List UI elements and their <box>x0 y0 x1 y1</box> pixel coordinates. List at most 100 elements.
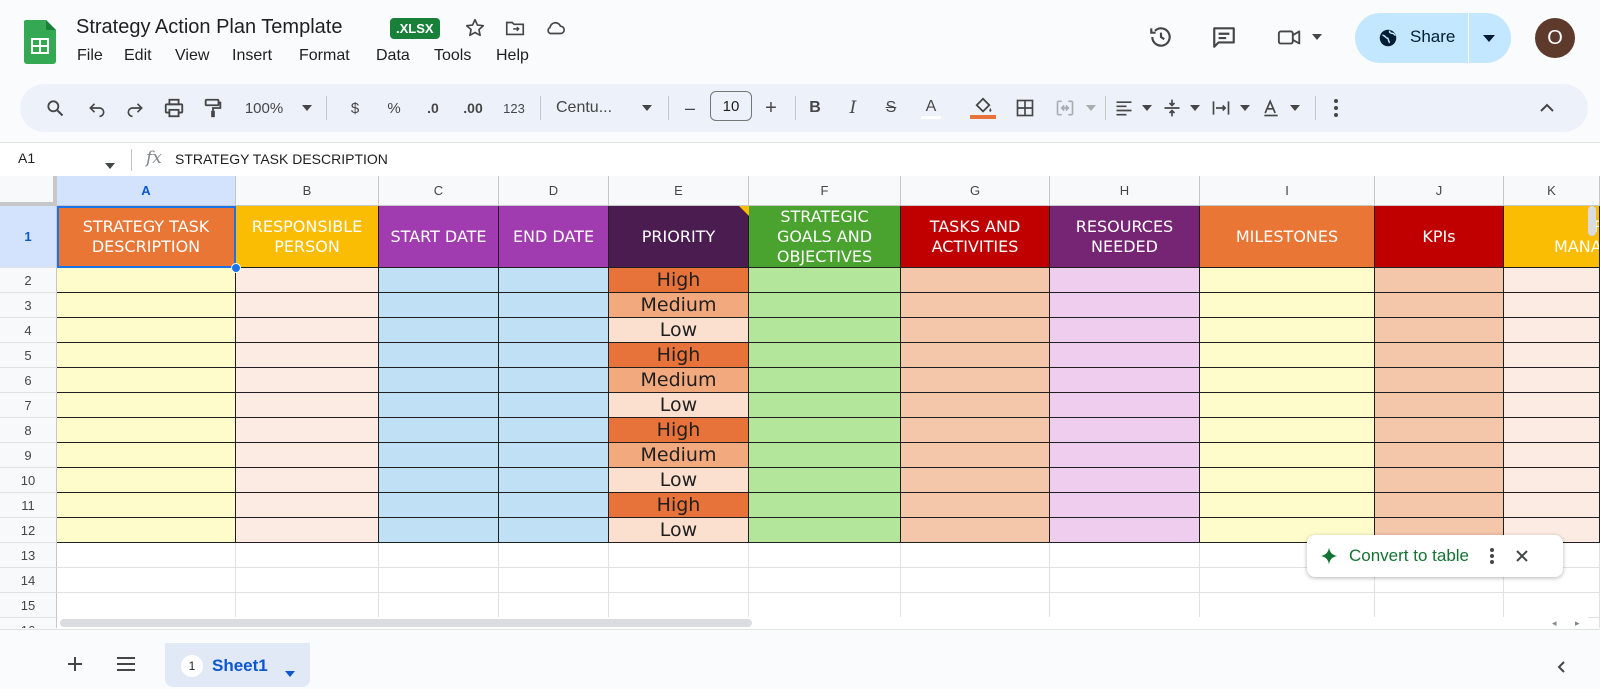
empty-cell[interactable] <box>236 568 379 593</box>
empty-cell[interactable] <box>1200 593 1375 618</box>
redo-icon[interactable] <box>120 92 150 124</box>
data-cell[interactable] <box>57 518 236 543</box>
menu-data[interactable]: Data <box>376 47 410 65</box>
header-cell-b[interactable]: RESPONSIBLE PERSON <box>236 206 379 268</box>
data-cell[interactable] <box>1504 468 1600 493</box>
data-cell[interactable] <box>379 468 499 493</box>
row-header-12[interactable]: 12 <box>0 518 57 543</box>
header-cell-j[interactable]: KPIs <box>1375 206 1504 268</box>
data-cell[interactable] <box>57 493 236 518</box>
number-format-button[interactable]: 123 <box>496 92 532 124</box>
data-cell[interactable] <box>1375 268 1504 293</box>
data-cell[interactable] <box>236 518 379 543</box>
priority-cell[interactable]: Medium <box>609 293 749 318</box>
data-cell[interactable] <box>749 318 901 343</box>
row-header-4[interactable]: 4 <box>0 318 57 343</box>
share-dropdown-icon[interactable] <box>1476 25 1502 51</box>
column-header-h[interactable]: H <box>1050 176 1200 206</box>
row-header-14[interactable]: 14 <box>0 568 57 593</box>
data-cell[interactable] <box>1504 343 1600 368</box>
scroll-left-icon[interactable]: ◂ <box>1552 618 1557 629</box>
data-cell[interactable] <box>1504 368 1600 393</box>
empty-cell[interactable] <box>236 543 379 568</box>
data-cell[interactable] <box>1504 493 1600 518</box>
data-cell[interactable] <box>1200 293 1375 318</box>
menu-view[interactable]: View <box>175 47 209 65</box>
data-cell[interactable] <box>1200 368 1375 393</box>
data-cell[interactable] <box>236 318 379 343</box>
column-header-f[interactable]: F <box>749 176 901 206</box>
name-box[interactable]: A1 <box>18 150 35 166</box>
font-size-input[interactable]: 10 <box>710 91 752 121</box>
menu-tools[interactable]: Tools <box>434 47 471 65</box>
data-cell[interactable] <box>499 318 609 343</box>
data-cell[interactable] <box>1375 393 1504 418</box>
decrease-decimal-button[interactable]: .0 <box>418 92 448 124</box>
data-cell[interactable] <box>499 443 609 468</box>
data-cell[interactable] <box>749 468 901 493</box>
side-panel-toggle-icon[interactable] <box>1556 660 1566 679</box>
data-cell[interactable] <box>1375 443 1504 468</box>
empty-cell[interactable] <box>901 543 1050 568</box>
header-cell-h[interactable]: RESOURCES NEEDED <box>1050 206 1200 268</box>
cloud-status-icon[interactable] <box>542 15 568 41</box>
data-cell[interactable] <box>379 368 499 393</box>
decrease-font-size-button[interactable]: – <box>677 92 703 124</box>
priority-cell[interactable]: High <box>609 418 749 443</box>
empty-cell[interactable] <box>1050 543 1200 568</box>
data-cell[interactable] <box>236 468 379 493</box>
empty-cell[interactable] <box>901 568 1050 593</box>
priority-cell[interactable]: High <box>609 343 749 368</box>
fill-handle[interactable] <box>231 263 241 273</box>
data-cell[interactable] <box>749 418 901 443</box>
data-cell[interactable] <box>379 443 499 468</box>
data-cell[interactable] <box>379 293 499 318</box>
data-cell[interactable] <box>57 468 236 493</box>
empty-cell[interactable] <box>1504 593 1600 618</box>
data-cell[interactable] <box>1200 318 1375 343</box>
column-header-c[interactable]: C <box>379 176 499 206</box>
wrap-dropdown-icon[interactable] <box>1238 92 1252 124</box>
meet-icon[interactable] <box>1277 24 1303 50</box>
empty-cell[interactable] <box>57 568 236 593</box>
vertical-scrollbar[interactable] <box>1588 206 1596 236</box>
data-cell[interactable] <box>499 268 609 293</box>
data-cell[interactable] <box>379 518 499 543</box>
data-cell[interactable] <box>901 493 1050 518</box>
empty-cell[interactable] <box>609 543 749 568</box>
halign-dropdown-icon[interactable] <box>1140 92 1154 124</box>
data-cell[interactable] <box>749 268 901 293</box>
empty-cell[interactable] <box>236 593 379 618</box>
menu-format[interactable]: Format <box>299 47 350 65</box>
row-header-2[interactable]: 2 <box>0 268 57 293</box>
empty-cell[interactable] <box>499 568 609 593</box>
percent-format-button[interactable]: % <box>379 92 409 124</box>
data-cell[interactable] <box>236 443 379 468</box>
meet-dropdown-icon[interactable] <box>1310 24 1324 50</box>
header-cell-i[interactable]: MILESTONES <box>1200 206 1375 268</box>
undo-icon[interactable] <box>82 92 112 124</box>
data-cell[interactable] <box>1050 268 1200 293</box>
add-sheet-icon[interactable] <box>66 655 84 678</box>
data-cell[interactable] <box>901 368 1050 393</box>
empty-cell[interactable] <box>609 568 749 593</box>
priority-cell[interactable]: Medium <box>609 368 749 393</box>
column-header-b[interactable]: B <box>236 176 379 206</box>
data-cell[interactable] <box>236 493 379 518</box>
increase-font-size-button[interactable]: + <box>758 92 784 124</box>
data-cell[interactable] <box>1200 393 1375 418</box>
row-header-15[interactable]: 15 <box>0 593 57 618</box>
empty-cell[interactable] <box>749 543 901 568</box>
row-header-1[interactable]: 1 <box>0 206 57 268</box>
data-cell[interactable] <box>57 268 236 293</box>
data-cell[interactable] <box>749 343 901 368</box>
data-cell[interactable] <box>1050 443 1200 468</box>
chip-more-icon[interactable] <box>1489 547 1495 565</box>
more-options-icon[interactable] <box>1323 92 1349 124</box>
convert-to-table-chip[interactable]: Convert to table <box>1307 535 1563 577</box>
empty-cell[interactable] <box>1050 568 1200 593</box>
data-cell[interactable] <box>499 343 609 368</box>
empty-cell[interactable] <box>499 593 609 618</box>
data-cell[interactable] <box>499 393 609 418</box>
menu-help[interactable]: Help <box>496 47 529 65</box>
